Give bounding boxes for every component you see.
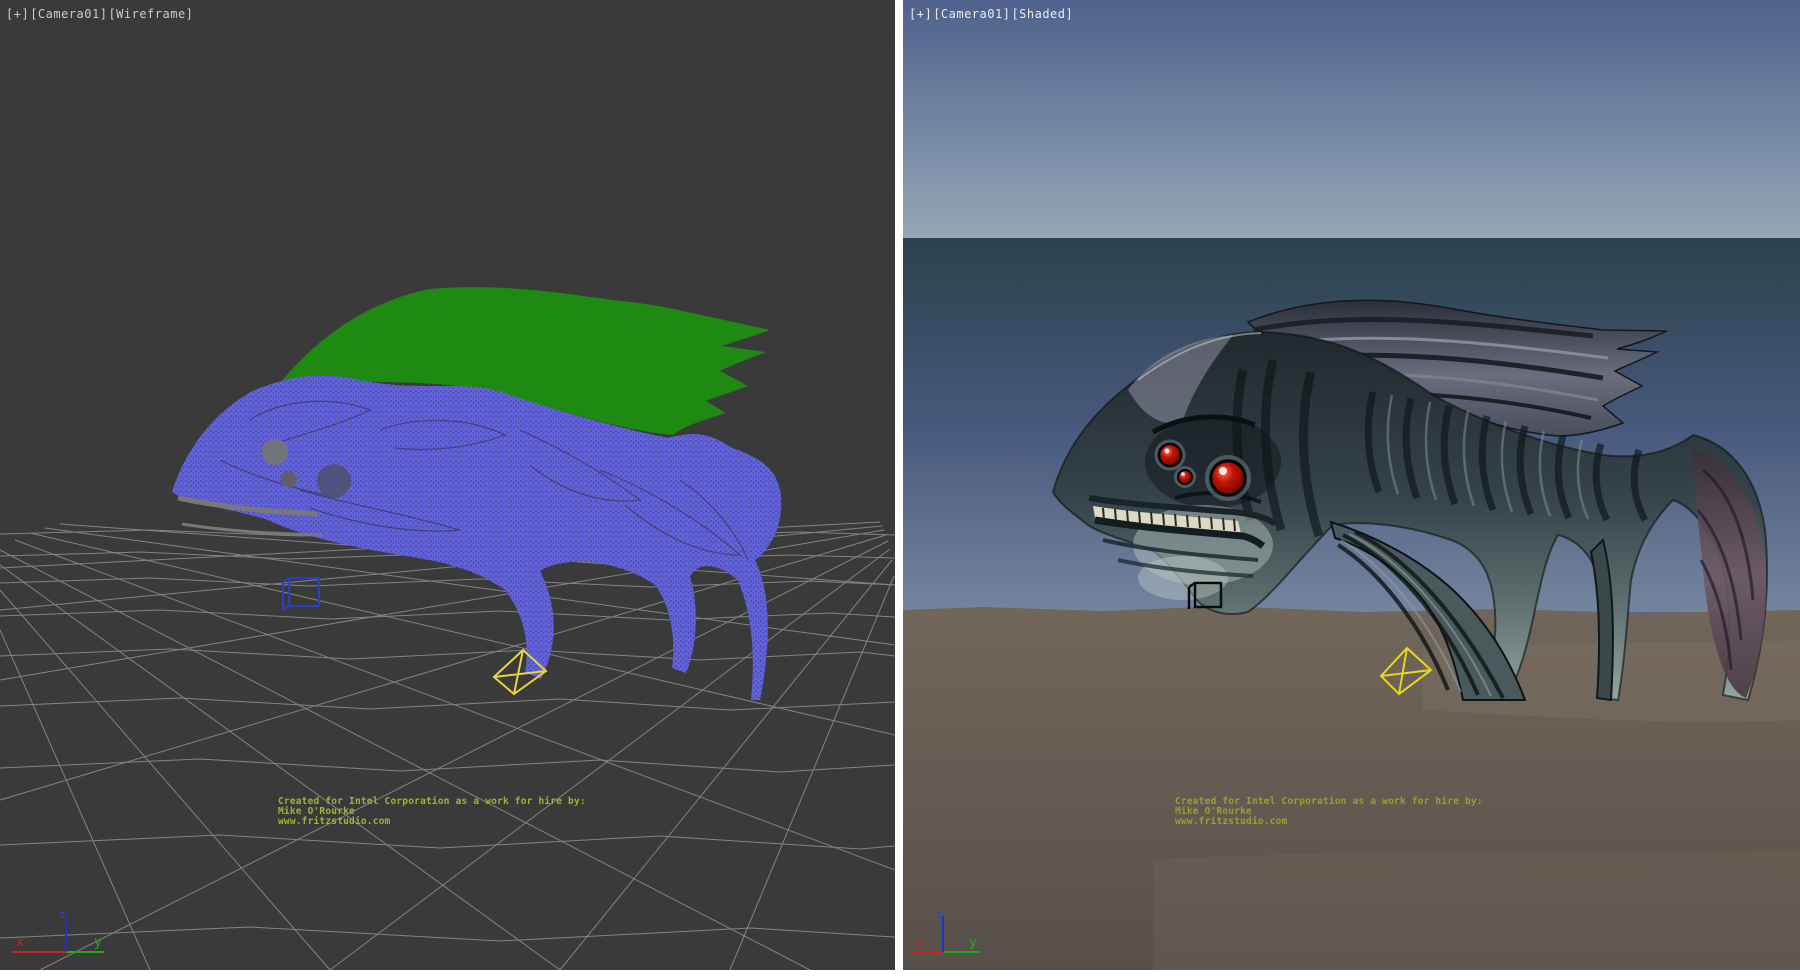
box-helper-gizmo[interactable]: [283, 578, 319, 610]
viewport-wireframe[interactable]: [+][Camera01][Wireframe]: [0, 0, 895, 970]
credit-text: Created for Intel Corporation as a work …: [1175, 797, 1483, 827]
axis-gizmo: x y z: [4, 908, 114, 964]
fish-eye-spot-3: [317, 464, 351, 498]
fish-eye-spot-1: [262, 439, 288, 465]
axis-z-label: z: [936, 908, 943, 921]
viewport-menu-general[interactable]: [+]: [909, 7, 932, 21]
viewport-menu-camera[interactable]: [Camera01]: [933, 7, 1010, 21]
viewport-menu-general[interactable]: [+]: [6, 7, 29, 21]
viewport-shaded[interactable]: [+][Camera01][Shaded]: [903, 0, 1800, 970]
fish-eye-spot-2: [281, 471, 297, 487]
axis-y-label: y: [969, 935, 977, 950]
axis-gizmo: x y z: [907, 908, 1017, 964]
fish-model-wireframe[interactable]: [172, 287, 781, 700]
credit-line-3: www.fritzstudio.com: [1175, 817, 1483, 827]
axis-y-label: y: [94, 935, 102, 950]
axis-z-label: z: [59, 908, 66, 921]
viewport-menu-shading[interactable]: [Wireframe]: [108, 7, 193, 21]
axis-x-label: x: [16, 935, 24, 950]
sky-backdrop: [903, 0, 1800, 238]
credit-line-3: www.fritzstudio.com: [278, 817, 586, 827]
viewport-menu-shading[interactable]: [Shaded]: [1011, 7, 1073, 21]
viewport-label-left: [+][Camera01][Wireframe]: [6, 7, 194, 21]
viewport-label-right: [+][Camera01][Shaded]: [909, 7, 1074, 21]
credit-text: Created for Intel Corporation as a work …: [278, 797, 586, 827]
viewport-menu-camera[interactable]: [Camera01]: [30, 7, 107, 21]
axis-x-label: x: [915, 935, 923, 950]
